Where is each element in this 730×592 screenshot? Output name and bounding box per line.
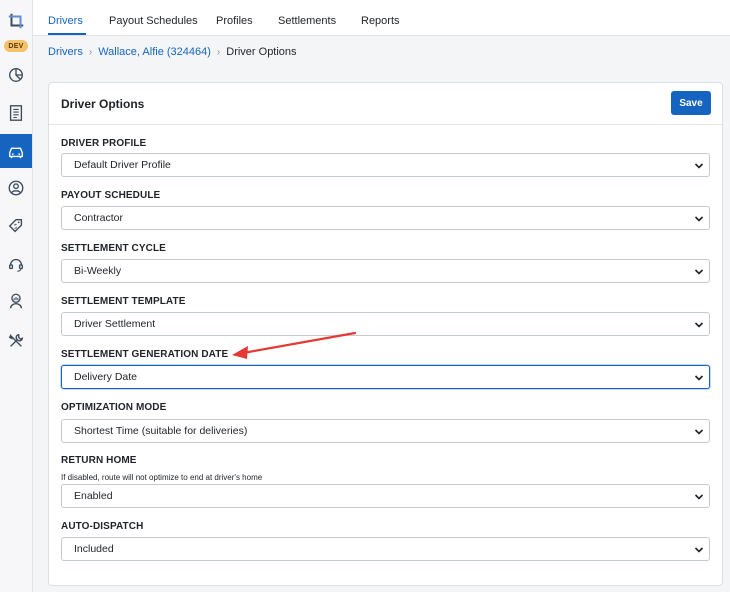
settlement-generation-date-value: Delivery Date [74, 371, 138, 383]
nav-drivers[interactable] [0, 134, 32, 168]
breadcrumb-current: Driver Options [226, 46, 297, 58]
optimization-mode-value: Shortest Time (suitable for deliveries) [74, 425, 248, 437]
left-nav-rail: DEV [0, 0, 33, 592]
nav-analytics[interactable] [0, 58, 32, 92]
env-badge: DEV [4, 40, 28, 52]
nav-pricing[interactable] [0, 209, 32, 243]
tab-profiles[interactable]: Profiles [216, 15, 253, 27]
breadcrumb: Drivers › Wallace, Alfie (324464) › Driv… [48, 45, 297, 59]
active-tab-indicator [48, 33, 86, 35]
chevron-down-icon [694, 547, 704, 553]
chart-pie-icon [9, 68, 23, 82]
auto-dispatch-label: AUTO-DISPATCH [61, 521, 144, 532]
headset-icon [9, 258, 23, 272]
tab-settlements[interactable]: Settlements [278, 15, 336, 27]
return-home-hint: If disabled, route will not optimize to … [61, 473, 263, 482]
tab-payout-schedules[interactable]: Payout Schedules [109, 15, 198, 27]
settlement-template-select[interactable]: Driver Settlement [61, 312, 710, 336]
card-divider [49, 124, 722, 125]
nav-orders[interactable] [0, 96, 32, 130]
tools-icon [8, 333, 24, 347]
tag-dollar-icon [8, 219, 23, 233]
optimization-mode-label: OPTIMIZATION MODE [61, 402, 167, 413]
auto-dispatch-select[interactable]: Included [61, 537, 710, 561]
settlement-cycle-label: SETTLEMENT CYCLE [61, 243, 166, 254]
chevron-down-icon [694, 494, 704, 500]
card-title: Driver Options [61, 97, 145, 111]
optimization-mode-select[interactable]: Shortest Time (suitable for deliveries) [61, 419, 710, 443]
return-home-value: Enabled [74, 490, 113, 502]
app-logo-icon[interactable] [0, 4, 32, 38]
chevron-down-icon [694, 322, 704, 328]
driver-profile-label: DRIVER PROFILE [61, 138, 147, 149]
analytics-person-icon [9, 293, 23, 309]
chevron-down-icon [694, 269, 704, 275]
chevron-down-icon [694, 163, 704, 169]
chevron-right-icon: › [216, 46, 221, 58]
save-button[interactable]: Save [671, 91, 711, 115]
settlement-generation-date-select[interactable]: Delivery Date [61, 365, 710, 389]
return-home-select[interactable]: Enabled [61, 484, 710, 508]
chevron-right-icon: › [88, 46, 93, 58]
driver-options-card: Driver Options Save DRIVER PROFILE Defau… [48, 82, 723, 586]
nav-support[interactable] [0, 247, 32, 281]
payout-schedule-label: PAYOUT SCHEDULE [61, 190, 161, 201]
driver-profile-select[interactable]: Default Driver Profile [61, 153, 710, 177]
user-circle-icon [8, 180, 24, 196]
nav-reports[interactable] [0, 284, 32, 318]
chevron-down-icon [694, 216, 704, 222]
payout-schedule-value: Contractor [74, 212, 124, 224]
car-icon [9, 147, 23, 159]
settlement-template-label: SETTLEMENT TEMPLATE [61, 296, 186, 307]
driver-profile-value: Default Driver Profile [74, 159, 171, 171]
tab-drivers[interactable]: Drivers [48, 15, 83, 27]
settlement-cycle-value: Bi-Weekly [74, 265, 122, 277]
receipt-icon [9, 105, 23, 121]
nav-customers[interactable] [0, 171, 32, 205]
nav-tools[interactable] [0, 324, 32, 358]
chevron-down-icon [694, 375, 704, 381]
settlement-cycle-select[interactable]: Bi-Weekly [61, 259, 710, 283]
tab-reports[interactable]: Reports [361, 15, 400, 27]
settlement-generation-date-label: SETTLEMENT GENERATION DATE [61, 349, 229, 360]
chevron-down-icon [694, 429, 704, 435]
payout-schedule-select[interactable]: Contractor [61, 206, 710, 230]
breadcrumb-drivers-link[interactable]: Drivers [48, 46, 83, 58]
return-home-label: RETURN HOME [61, 455, 137, 466]
settlement-template-value: Driver Settlement [74, 318, 156, 330]
breadcrumb-driver-link[interactable]: Wallace, Alfie (324464) [98, 46, 211, 58]
auto-dispatch-value: Included [74, 543, 114, 555]
